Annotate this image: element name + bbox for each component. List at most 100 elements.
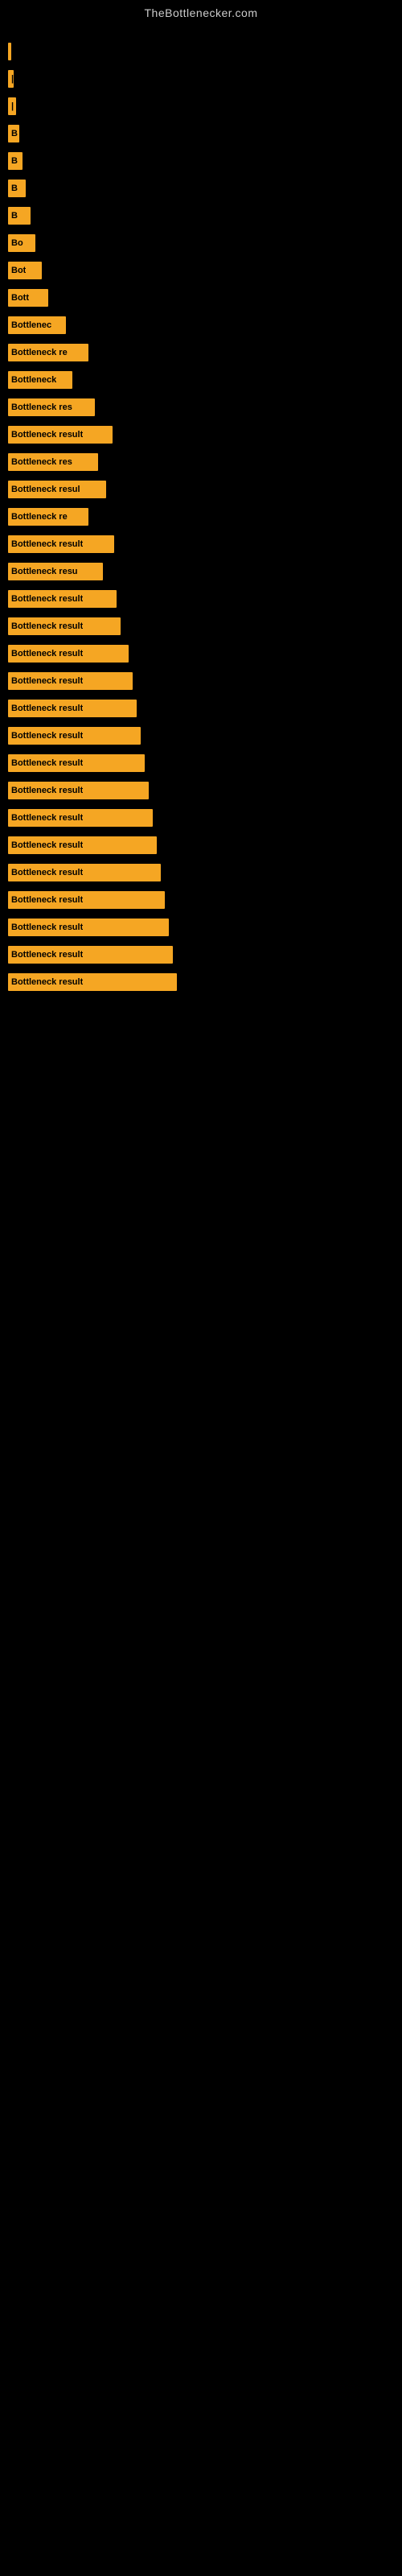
bar-label: Bottleneck resul [11,485,80,494]
bar-item: Bottleneck result [8,590,117,608]
bar-label: Bottleneck result [11,676,83,686]
bar-row: Bottlenec [8,312,394,338]
bar-row: B [8,175,394,201]
bar-item: Bottleneck result [8,754,145,772]
bar-label: B [11,184,18,193]
bar-item: | [8,70,14,88]
bar-label: Bottleneck result [11,923,83,932]
bar-row: Bottleneck result [8,860,394,886]
bar-row: Bo [8,230,394,256]
bar-row: Bottleneck re [8,340,394,365]
bar-item: | [8,97,16,115]
bar-label: Bottleneck resu [11,567,78,576]
bar-item: Bot [8,262,42,279]
bar-label: B [11,211,18,221]
bar-item: Bott [8,289,48,307]
bar-label: Bott [11,293,29,303]
bar-item: Bottleneck res [8,398,95,416]
bar-item: Bo [8,234,35,252]
bar-label: Bot [11,266,26,275]
bar-item: Bottleneck result [8,535,114,553]
bar-row: Bottleneck result [8,723,394,749]
bar-item: Bottleneck result [8,672,133,690]
bar-item: Bottlenec [8,316,66,334]
bar-row: Bot [8,258,394,283]
bar-item: Bottleneck result [8,809,153,827]
bar-item: Bottleneck result [8,645,129,663]
bar-label: Bo [11,238,23,248]
bar-item: Bottleneck re [8,508,88,526]
bar-item: Bottleneck result [8,891,165,909]
bar-label: | [11,101,14,111]
bar-item: Bottleneck res [8,453,98,471]
bar-label: Bottleneck result [11,594,83,604]
bar-row: | [8,66,394,92]
bar-item: Bottleneck re [8,344,88,361]
bar-row: Bottleneck re [8,504,394,530]
bar-label: Bottlenec [11,320,51,330]
bar-row: Bottleneck res [8,394,394,420]
bar-label: B [11,156,18,166]
bar-row: Bottleneck resu [8,559,394,584]
bars-container: | | | B B B B Bo Bot Bott Bottlenec Bottleneck re Bo… [0,23,402,1013]
bar-row: Bottleneck result [8,668,394,694]
bar-label: Bottleneck result [11,895,83,905]
bar-row: Bottleneck result [8,586,394,612]
bar-label: Bottleneck result [11,731,83,741]
bar-row: Bottleneck result [8,641,394,667]
bar-item: Bottleneck result [8,617,121,635]
bar-label: Bottleneck result [11,786,83,795]
bar-label: Bottleneck result [11,950,83,960]
bar-item: B [8,180,26,197]
bar-label: Bottleneck result [11,868,83,877]
bar-label: Bottleneck result [11,977,83,987]
bar-item: Bottleneck resul [8,481,106,498]
bar-row: Bottleneck res [8,449,394,475]
bar-item: B [8,152,23,170]
bar-row: Bottleneck result [8,422,394,448]
bar-label: Bottleneck result [11,621,83,631]
bar-row: Bottleneck resul [8,477,394,502]
bar-item: Bottleneck result [8,946,173,964]
bar-row: B [8,148,394,174]
bar-row: Bottleneck [8,367,394,393]
bar-row: B [8,121,394,147]
bar-row: Bottleneck result [8,778,394,803]
bar-item: Bottleneck result [8,782,149,799]
bar-row: Bottleneck result [8,887,394,913]
bar-item: Bottleneck resu [8,563,103,580]
bar-label: Bottleneck [11,375,56,385]
bar-row: | [8,39,394,64]
bar-row: Bott [8,285,394,311]
bar-row: Bottleneck result [8,696,394,721]
bar-label: Bottleneck result [11,704,83,713]
bar-label: Bottleneck re [11,512,68,522]
bar-label: B [11,129,18,138]
bar-item: B [8,207,31,225]
bar-row: Bottleneck result [8,805,394,831]
bar-row: Bottleneck result [8,531,394,557]
bar-item: | [8,43,11,60]
bar-row: B [8,203,394,229]
bar-label: Bottleneck result [11,840,83,850]
bar-label: Bottleneck result [11,649,83,658]
bar-item: Bottleneck result [8,973,177,991]
bar-item: Bottleneck result [8,426,113,444]
bar-row: Bottleneck result [8,750,394,776]
bar-label: Bottleneck res [11,402,72,412]
bar-row: Bottleneck result [8,832,394,858]
bar-row: Bottleneck result [8,914,394,940]
bar-label: Bottleneck result [11,758,83,768]
bar-item: B [8,125,19,142]
bar-item: Bottleneck result [8,864,161,881]
bar-row: Bottleneck result [8,969,394,995]
bar-item: Bottleneck result [8,919,169,936]
site-title: TheBottlenecker.com [0,0,402,23]
bar-row: Bottleneck result [8,613,394,639]
bar-label: Bottleneck result [11,813,83,823]
bar-row: Bottleneck result [8,942,394,968]
bar-item: Bottleneck result [8,727,141,745]
bar-item: Bottleneck [8,371,72,389]
bar-item: Bottleneck result [8,836,157,854]
bar-row: | [8,93,394,119]
